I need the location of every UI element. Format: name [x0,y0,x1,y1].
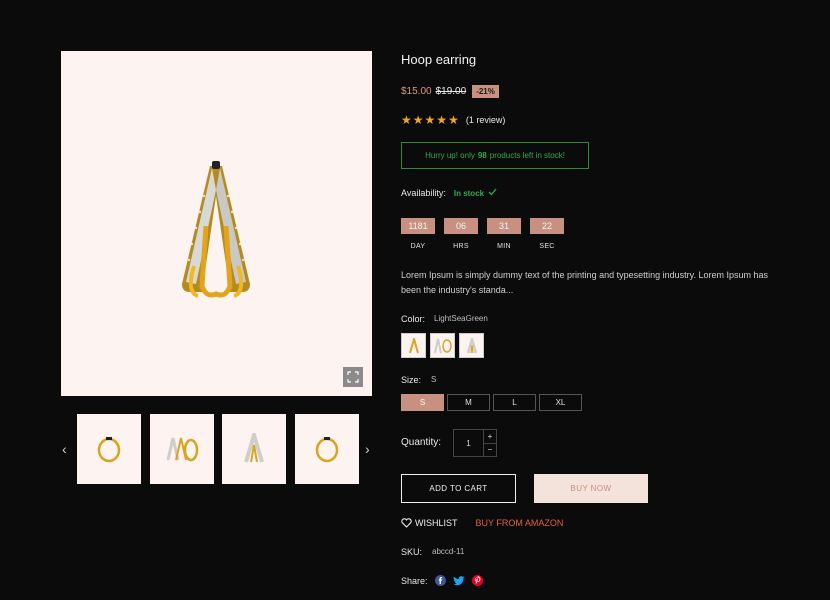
buy-now-button[interactable]: BUY NOW [534,474,648,503]
expand-icon [347,371,359,383]
earring-swatch-icon [466,337,477,353]
color-label: Color: [401,314,426,324]
size-option-label: Size: S [401,375,436,385]
star-icon: ★ [436,113,448,127]
stock-alert-prefix: Hurry up! only [425,151,475,160]
quantity-buttons: + − [483,430,496,456]
product-description: Lorem Ipsum is simply dummy text of the … [401,270,768,295]
color-value: LightSeaGreen [434,314,488,323]
stock-alert: Hurry up! only 98 products left in stock… [401,142,589,169]
stock-count: 98 [477,151,487,160]
add-to-cart-button[interactable]: ADD TO CART [401,474,516,503]
star-icon: ★ [401,113,412,127]
thumbnail-strip: ‹ › [61,414,372,486]
sku-label: SKU: [401,547,423,557]
rating-row: ★ ★ ★ ★ ★ (1 review) [401,114,505,126]
prev-thumb-arrow[interactable]: ‹ [62,442,67,456]
thumbnail-1[interactable] [77,414,141,484]
buy-from-amazon-link[interactable]: BUY FROM AMAZON [476,518,564,528]
secondary-actions: WISHLIST BUY FROM AMAZON [401,518,563,528]
thumbnail-3[interactable] [222,414,286,484]
sku-row: SKU: abccd-11 [401,547,464,557]
sku-value: abccd-11 [432,547,465,556]
stock-alert-suffix: products left in stock! [489,151,565,160]
wishlist-label: WISHLIST [415,518,458,528]
thumbnail-4[interactable] [295,414,359,484]
star-icon: ★ [412,113,424,127]
color-swatches [401,333,484,358]
pinterest-icon[interactable] [471,575,483,586]
discount-badge: -21% [472,85,499,98]
size-option-s[interactable]: S [401,394,444,411]
hoop-side-icon [244,433,264,463]
countdown-minutes: 31 MIN [487,218,521,250]
product-title: Hoop earring [401,52,477,67]
color-swatch-1[interactable] [401,333,426,358]
star-icon: ★ [448,113,459,127]
wishlist-button[interactable]: WISHLIST [401,518,458,528]
size-option-m[interactable]: M [447,394,490,411]
quantity-increase-button[interactable]: + [484,430,496,444]
availability-row: Availability: In stock [401,188,497,198]
countdown-label: SEC [539,243,555,250]
color-option-label: Color: LightSeaGreen [401,314,488,324]
availability-value: In stock [453,189,485,198]
sale-price: $15.00 [401,86,432,97]
size-label: Size: [401,375,422,385]
share-label: Share: [401,575,428,586]
twitter-icon[interactable] [452,575,465,586]
size-option-xl[interactable]: XL [539,394,582,411]
quantity-stepper: + − [453,429,497,457]
star-icon: ★ [424,113,436,127]
color-swatch-2[interactable] [430,333,455,358]
earring-swatch-icon [433,338,452,353]
thumbnail-2[interactable] [150,414,214,484]
countdown-days: 1181 DAY [401,218,435,250]
availability-label: Availability: [401,188,446,198]
color-swatch-3[interactable] [459,333,484,358]
quantity-input[interactable] [454,430,483,456]
original-price: $19.00 [435,86,467,97]
product-main-image[interactable] [61,51,372,396]
earring-image [182,161,250,298]
review-count-link[interactable]: (1 review) [466,115,506,125]
countdown-timer: 1181 DAY 06 HRS 31 MIN 22 SEC [401,218,564,250]
earring-swatch-icon [408,337,419,353]
check-icon [488,188,497,196]
hoop-front-icon [97,437,121,463]
size-options: S M L XL [401,394,582,411]
price-row: $15.00 $19.00 -21% [401,85,499,98]
countdown-value: 31 [487,218,521,234]
hoop-pair-icon [166,437,199,462]
quantity-label: Quantity: [401,437,442,448]
facebook-icon[interactable] [434,575,446,586]
share-row: Share: [401,575,483,586]
countdown-label: DAY [410,243,426,250]
countdown-label: MIN [497,243,511,250]
quantity-decrease-button[interactable]: − [484,444,496,457]
heart-icon [401,518,412,528]
zoom-button[interactable] [343,367,363,387]
countdown-value: 06 [444,218,478,234]
countdown-hours: 06 HRS [444,218,478,250]
availability-status: In stock [454,188,497,198]
size-option-l[interactable]: L [493,394,536,411]
countdown-value: 1181 [401,218,435,234]
countdown-label: HRS [453,243,469,250]
size-value: S [431,375,437,384]
countdown-seconds: 22 SEC [530,218,564,250]
hoop-front-icon [315,437,339,463]
countdown-value: 22 [530,218,564,234]
star-rating: ★ ★ ★ ★ ★ [401,114,459,126]
next-thumb-arrow[interactable]: › [365,442,370,456]
